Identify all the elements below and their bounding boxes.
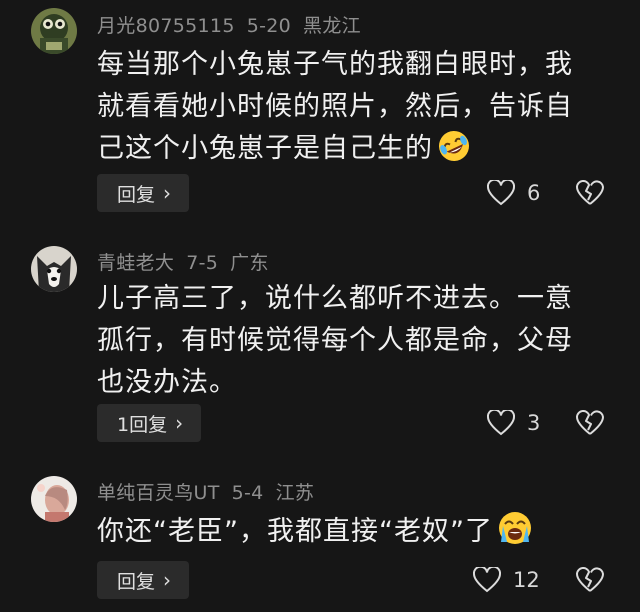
reply-label: 回复 bbox=[117, 570, 156, 593]
comment-line: 儿子高三了，说什么都听不进去。一意 bbox=[97, 283, 573, 314]
crying-laughing-emoji bbox=[497, 510, 533, 559]
reply-button[interactable]: 回复 › bbox=[97, 174, 190, 212]
broken-heart-icon bbox=[576, 179, 604, 205]
comment-date: 5-4 bbox=[231, 482, 264, 504]
like-count: 12 bbox=[513, 568, 540, 592]
comment-location: 广东 bbox=[230, 252, 269, 274]
username[interactable]: 单纯百灵鸟UT bbox=[97, 482, 220, 504]
comment-line: 你还“老臣”，我都直接“老奴”了 bbox=[97, 516, 493, 547]
comment-date: 5-20 bbox=[246, 15, 292, 37]
reply-label: 1回复 bbox=[117, 413, 168, 436]
comment-date: 7-5 bbox=[186, 252, 219, 274]
username[interactable]: 月光80755115 bbox=[97, 15, 235, 37]
like-button[interactable]: 3 bbox=[487, 410, 540, 436]
comment-line-with-emoji: 你还“老臣”，我都直接“老奴”了 bbox=[97, 510, 607, 559]
comment-text: 儿子高三了，说什么都听不进去。一意 孤行，有时候觉得每个人都是命，父母 也没办法… bbox=[97, 278, 607, 404]
comment-item: 单纯百灵鸟UT 5-4 江苏 你还“老臣”，我都直接“老奴”了 回复 › 12 bbox=[0, 460, 640, 612]
chevron-right-icon: › bbox=[175, 411, 184, 435]
chevron-right-icon: › bbox=[163, 568, 172, 592]
like-button[interactable]: 6 bbox=[487, 180, 540, 206]
avatar[interactable] bbox=[31, 476, 77, 522]
reply-button[interactable]: 1回复 › bbox=[97, 404, 202, 442]
reply-button[interactable]: 回复 › bbox=[97, 561, 190, 599]
like-count: 3 bbox=[527, 411, 541, 435]
like-button[interactable]: 12 bbox=[473, 567, 540, 593]
heart-icon bbox=[487, 410, 515, 436]
reply-label: 回复 bbox=[117, 183, 156, 206]
comment-item: 月光80755115 5-20 黑龙江 每当那个小兔崽子气的我翻白眼时，我 就看看她… bbox=[0, 0, 640, 215]
comment-location: 黑龙江 bbox=[303, 15, 361, 37]
comment-line: 己这个小兔崽子是自己生的 bbox=[97, 133, 433, 164]
heart-icon bbox=[473, 567, 501, 593]
heart-icon bbox=[487, 180, 515, 206]
chevron-right-icon: › bbox=[163, 181, 172, 205]
dislike-button[interactable] bbox=[575, 409, 605, 440]
comment-line-with-emoji: 己这个小兔崽子是自己生的 bbox=[97, 128, 607, 176]
comment-location: 江苏 bbox=[275, 482, 315, 504]
comment-line: 每当那个小兔崽子气的我翻白眼时，我 bbox=[97, 49, 573, 80]
username[interactable]: 青蛙老大 bbox=[97, 252, 174, 274]
comment-meta: 单纯百灵鸟UT 5-4 江苏 bbox=[97, 478, 326, 505]
dislike-button[interactable] bbox=[575, 179, 605, 210]
dislike-button[interactable] bbox=[575, 566, 605, 597]
comment-meta: 青蛙老大 7-5 广东 bbox=[97, 248, 281, 275]
avatar[interactable] bbox=[31, 8, 77, 54]
comment-meta: 月光80755115 5-20 黑龙江 bbox=[97, 11, 373, 38]
broken-heart-icon bbox=[576, 566, 604, 592]
comment-text: 每当那个小兔崽子气的我翻白眼时，我 就看看她小时候的照片，然后，告诉自 己这个小… bbox=[97, 44, 607, 176]
comment-text: 你还“老臣”，我都直接“老奴”了 bbox=[97, 510, 607, 559]
comment-item: 青蛙老大 7-5 广东 儿子高三了，说什么都听不进去。一意 孤行，有时候觉得每个人都… bbox=[0, 215, 640, 460]
comment-line: 也没办法。 bbox=[97, 367, 237, 398]
avatar[interactable] bbox=[31, 246, 77, 292]
comment-line: 孤行，有时候觉得每个人都是命，父母 bbox=[97, 325, 573, 356]
comment-line: 就看看她小时候的照片，然后，告诉自 bbox=[97, 91, 573, 122]
like-count: 6 bbox=[527, 181, 541, 205]
rofl-emoji bbox=[437, 129, 471, 176]
broken-heart-icon bbox=[576, 409, 604, 435]
